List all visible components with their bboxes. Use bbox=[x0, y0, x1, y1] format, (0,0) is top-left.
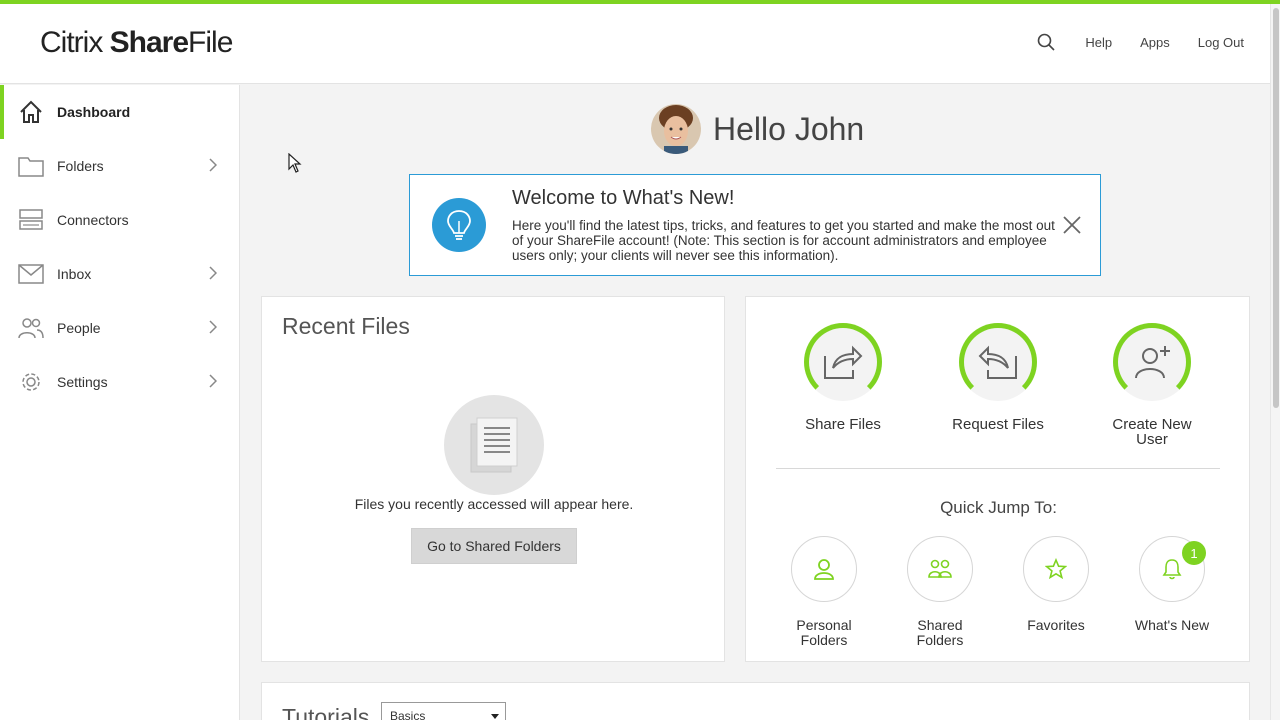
page-title: Hello John bbox=[713, 110, 865, 147]
sidebar-item-label: Settings bbox=[57, 374, 108, 390]
recent-files-card: Recent Files Files you recently accessed… bbox=[261, 296, 725, 662]
top-nav: Help Apps Log Out bbox=[1037, 32, 1244, 52]
actions-card: Share Files Request Files Create New Use… bbox=[745, 296, 1250, 662]
caret-down-icon bbox=[491, 714, 499, 719]
shared-folders-label: Shared Folders bbox=[916, 617, 964, 648]
whats-new-label: What's New bbox=[1134, 617, 1210, 633]
chevron-right-icon[interactable] bbox=[209, 320, 218, 337]
tutorials-select-value: Basics bbox=[390, 709, 426, 720]
sidebar-item-settings[interactable]: Settings bbox=[0, 355, 239, 409]
sidebar-item-people[interactable]: People bbox=[0, 301, 239, 355]
sidebar-item-label: Inbox bbox=[57, 266, 92, 282]
request-files-action[interactable]: Request Files bbox=[938, 323, 1058, 432]
add-user-icon[interactable] bbox=[1113, 323, 1191, 401]
quick-jump-favorites[interactable]: Favorites bbox=[1008, 536, 1104, 633]
sidebar-item-label: Dashboard bbox=[57, 104, 131, 120]
sidebar-item-dashboard[interactable]: Dashboard bbox=[0, 85, 239, 139]
share-icon[interactable] bbox=[804, 323, 882, 401]
page-scrollbar[interactable] bbox=[1270, 4, 1280, 720]
avatar[interactable] bbox=[651, 104, 701, 154]
close-icon[interactable] bbox=[1062, 215, 1082, 235]
sidebar: Dashboard Folders Connectors Inbox Peopl… bbox=[0, 85, 240, 720]
folder-icon bbox=[18, 153, 44, 179]
go-to-shared-folders-button[interactable]: Go to Shared Folders bbox=[411, 528, 577, 564]
apps-link[interactable]: Apps bbox=[1140, 35, 1170, 50]
favorites-label: Favorites bbox=[1027, 617, 1085, 633]
personal-folders-label: Personal Folders bbox=[796, 617, 852, 648]
quick-jump-title: Quick Jump To: bbox=[940, 498, 1057, 517]
tutorials-title: Tutorials bbox=[282, 704, 370, 720]
notification-badge: 1 bbox=[1182, 541, 1206, 565]
request-files-label: Request Files bbox=[952, 416, 1044, 433]
help-link[interactable]: Help bbox=[1085, 35, 1112, 50]
search-icon[interactable] bbox=[1037, 32, 1057, 52]
lightbulb-icon bbox=[432, 198, 486, 252]
mail-icon bbox=[18, 261, 44, 287]
connectors-icon bbox=[18, 207, 44, 233]
top-bar: Citrix ShareFile Help Apps Log Out bbox=[0, 0, 1280, 84]
person-icon[interactable] bbox=[791, 536, 857, 602]
request-icon[interactable] bbox=[959, 323, 1037, 401]
document-icon bbox=[444, 395, 544, 495]
share-files-action[interactable]: Share Files bbox=[783, 323, 903, 432]
whats-new-banner: Welcome to What's New! Here you'll find … bbox=[409, 174, 1101, 276]
bell-icon[interactable]: 1 bbox=[1139, 536, 1206, 602]
sidebar-item-label: Folders bbox=[57, 158, 104, 174]
sidebar-item-folders[interactable]: Folders bbox=[0, 139, 239, 193]
scrollbar-thumb[interactable] bbox=[1273, 8, 1279, 408]
share-files-label: Share Files bbox=[805, 416, 881, 433]
divider bbox=[776, 468, 1220, 469]
chevron-right-icon[interactable] bbox=[209, 374, 218, 391]
sidebar-item-connectors[interactable]: Connectors bbox=[0, 193, 239, 247]
group-icon[interactable] bbox=[907, 536, 973, 602]
people-icon bbox=[18, 315, 44, 341]
quick-jump-personal-folders[interactable]: Personal Folders bbox=[776, 536, 872, 648]
mouse-cursor-icon bbox=[288, 152, 302, 178]
whats-new-title: Welcome to What's New! bbox=[512, 187, 735, 209]
chevron-right-icon[interactable] bbox=[209, 158, 218, 175]
home-icon bbox=[18, 99, 44, 125]
star-icon[interactable] bbox=[1023, 536, 1089, 602]
create-new-user-label: Create New User bbox=[1112, 416, 1192, 448]
create-new-user-action[interactable]: Create New User bbox=[1092, 323, 1212, 447]
quick-jump-shared-folders[interactable]: Shared Folders bbox=[892, 536, 988, 648]
tutorials-select[interactable]: Basics bbox=[381, 702, 506, 720]
sidebar-item-inbox[interactable]: Inbox bbox=[0, 247, 239, 301]
logout-link[interactable]: Log Out bbox=[1198, 35, 1244, 50]
recent-files-empty-text: Files you recently accessed will appear … bbox=[354, 496, 634, 512]
quick-jump-whats-new[interactable]: 1 What's New bbox=[1124, 536, 1220, 633]
sidebar-item-label: Connectors bbox=[57, 212, 129, 228]
tutorials-card: Tutorials Basics bbox=[261, 682, 1250, 720]
chevron-right-icon[interactable] bbox=[209, 266, 218, 283]
main-content: Hello John Welcome to What's New! Here y… bbox=[241, 85, 1270, 720]
citrix-sharefile-logo[interactable]: Citrix ShareFile bbox=[40, 26, 233, 60]
gear-icon bbox=[18, 369, 44, 395]
recent-files-title: Recent Files bbox=[282, 313, 410, 339]
whats-new-body: Here you'll find the latest tips, tricks… bbox=[512, 218, 1055, 263]
sidebar-item-label: People bbox=[57, 320, 101, 336]
greeting: Hello John bbox=[651, 104, 864, 154]
